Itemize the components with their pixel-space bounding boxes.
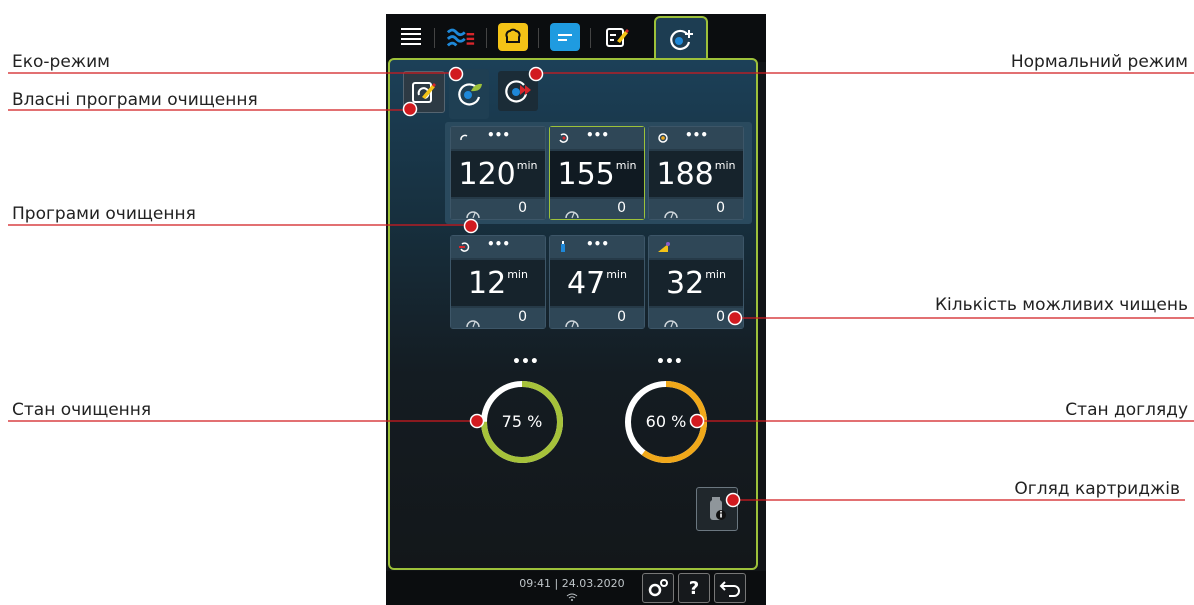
cooking-paths-icon[interactable]	[446, 23, 476, 51]
program-duration: 47	[567, 265, 606, 301]
gauge-icon	[663, 313, 679, 332]
chef-hat-icon[interactable]	[498, 23, 528, 51]
possible-count: 0	[716, 200, 725, 216]
gauge-icon	[564, 313, 580, 332]
cartridge-overview-button[interactable]	[696, 487, 738, 531]
own-programs-callout: Власні програми очищення	[12, 90, 258, 110]
normal-mode-callout: Нормальний режим	[1010, 52, 1188, 72]
program-card-selected[interactable]: ••• 155 min 0	[549, 126, 645, 220]
eco-mode-callout: Еко-режим	[12, 52, 110, 72]
medium-cleaning-icon	[558, 132, 570, 147]
more-dots[interactable]: •••	[586, 128, 609, 142]
program-card[interactable]: ••• 188 min 0	[648, 126, 744, 220]
wifi-icon	[566, 593, 578, 603]
program-duration: 12	[468, 265, 507, 301]
duration-unit: min	[714, 158, 736, 172]
express-cleaning-icon	[558, 241, 568, 256]
normal-mode-tab[interactable]	[498, 71, 538, 111]
normal-cleaning-icon	[505, 80, 531, 103]
menu-icon[interactable]	[396, 23, 426, 51]
program-card[interactable]: ••• 47 min 0	[549, 235, 645, 329]
more-dots[interactable]: •••	[487, 237, 510, 251]
program-duration: 32	[666, 265, 705, 301]
program-duration: 155	[557, 156, 615, 192]
card-list-icon[interactable]	[550, 23, 580, 51]
datetime: 09:41 | 24.03.2020	[519, 577, 625, 590]
cleaning-programs-callout: Програми очищення	[12, 204, 196, 224]
top-navigation	[386, 14, 766, 64]
care-state-menu[interactable]: •••	[656, 354, 683, 370]
help-button[interactable]: ?	[678, 573, 710, 603]
program-card[interactable]: ••• 120 min 0	[450, 126, 546, 220]
possible-cleanings-callout: Кількість можливих чищень	[934, 295, 1188, 315]
tab-cleaning[interactable]	[654, 16, 708, 64]
gauge-icon	[663, 204, 679, 223]
gauge-icon	[465, 204, 481, 223]
cleaning-icon	[666, 26, 694, 58]
duration-unit: min	[606, 267, 627, 281]
cleaning-state-menu[interactable]: •••	[512, 354, 539, 370]
back-button[interactable]	[714, 573, 746, 603]
rinse-icon	[459, 241, 473, 256]
possible-count: 0	[716, 309, 725, 325]
duration-unit: min	[705, 267, 726, 281]
more-dots[interactable]: •••	[487, 128, 510, 142]
cleaning-state-value: 75 %	[501, 412, 543, 431]
gauge-icon	[465, 313, 481, 332]
more-dots[interactable]: •••	[685, 128, 708, 142]
care-state-value: 60 %	[645, 412, 687, 431]
cleaning-state-callout: Стан очищення	[12, 400, 152, 420]
possible-count: 0	[617, 309, 626, 325]
program-card[interactable]: 32 min 0	[648, 235, 744, 329]
settings-icon	[648, 579, 668, 597]
edit-program-icon[interactable]	[602, 23, 632, 51]
duration-unit: min	[615, 158, 637, 172]
more-dots[interactable]: •••	[586, 237, 609, 251]
light-cleaning-icon	[459, 132, 471, 147]
gauge-icon	[564, 204, 580, 223]
strong-cleaning-icon	[657, 132, 669, 147]
bottom-bar: 09:41 | 24.03.2020 ?	[386, 571, 766, 605]
duration-unit: min	[507, 267, 528, 281]
cartridge-overview-callout: Огляд картриджів	[1014, 479, 1180, 499]
program-duration: 120	[458, 156, 516, 192]
possible-count: 0	[518, 309, 527, 325]
duration-unit: min	[516, 158, 538, 172]
back-icon	[719, 581, 740, 597]
settings-button[interactable]	[642, 573, 674, 603]
program-card[interactable]: ••• 12 min 0	[450, 235, 546, 329]
own-programs-icon	[412, 82, 436, 103]
eco-mode-tab[interactable]	[449, 69, 489, 119]
cartridge-icon	[710, 497, 726, 520]
care-state-callout: Стан догляду	[1065, 400, 1188, 420]
eco-cleaning-icon	[458, 83, 482, 106]
descale-icon	[657, 241, 671, 256]
device-screen: ••• 120 min 0 ••• 155 min 0 ••• 188 min 0 •…	[386, 14, 766, 605]
possible-count: 0	[617, 200, 626, 216]
program-duration: 188	[656, 156, 714, 192]
possible-count: 0	[518, 200, 527, 216]
own-programs-tab[interactable]	[403, 71, 445, 113]
